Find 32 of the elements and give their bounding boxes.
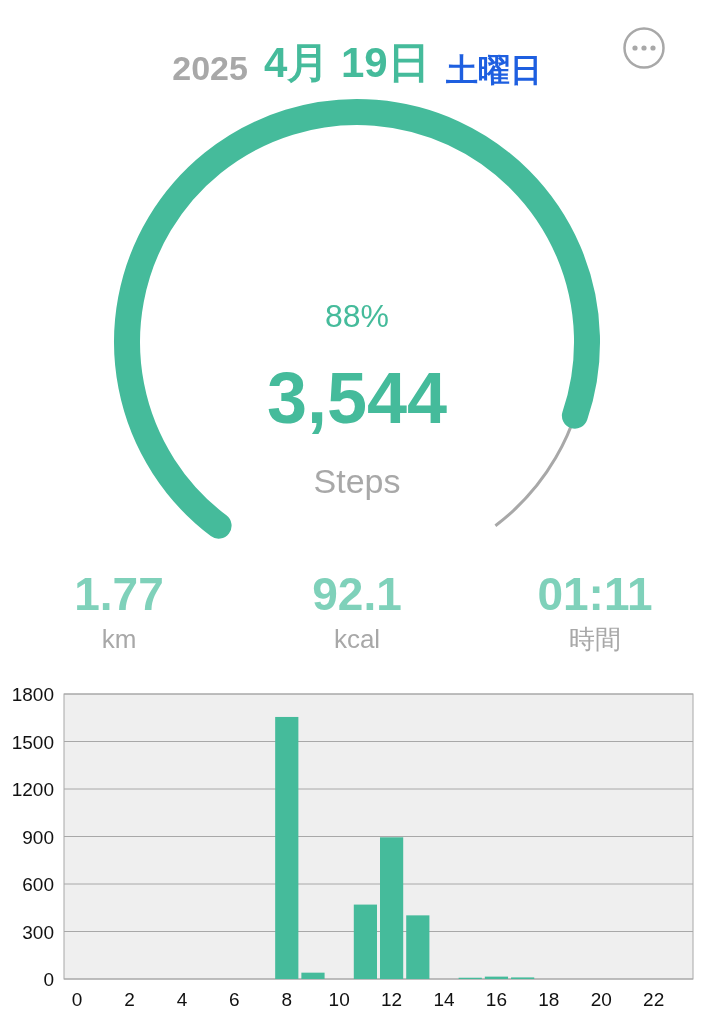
y-axis-label: 1500 [11,731,54,753]
y-axis-label: 900 [22,826,54,848]
bar [406,914,430,979]
x-axis-label: 6 [229,988,240,1010]
y-axis-label: 1800 [11,683,54,705]
stat-value: 92.1 [312,569,402,620]
x-axis-label: 18 [538,988,560,1010]
y-axis-label: 600 [22,873,54,895]
x-axis-label: 12 [381,988,403,1010]
stat-label: kcal [333,622,381,656]
x-axis-label: 10 [328,988,350,1010]
x-axis-label: 16 [485,988,507,1010]
weekday-text: 土曜日 [445,51,542,90]
stat-label: km [101,622,137,656]
x-axis-label: 4 [176,988,188,1010]
x-axis-label: 0 [71,988,83,1010]
stat-label: 時間 [569,622,621,656]
bar [484,976,509,979]
y-axis-label: 0 [43,968,54,990]
x-axis-label: 22 [643,988,665,1010]
x-axis-label: 14 [433,988,455,1010]
more-icon[interactable] [622,26,666,70]
stat-value: 01:11 [537,569,653,620]
x-axis-label: 8 [281,988,293,1010]
bar [301,972,325,979]
x-axis-label: 2 [124,988,135,1010]
year-text: 2025 [172,48,248,89]
y-axis-label: 1200 [11,778,54,800]
x-axis-label: 20 [590,988,612,1010]
y-axis-label: 300 [22,921,54,943]
date-text: 4月 19日 [263,38,430,88]
stat-value: 1.77 [74,569,164,620]
